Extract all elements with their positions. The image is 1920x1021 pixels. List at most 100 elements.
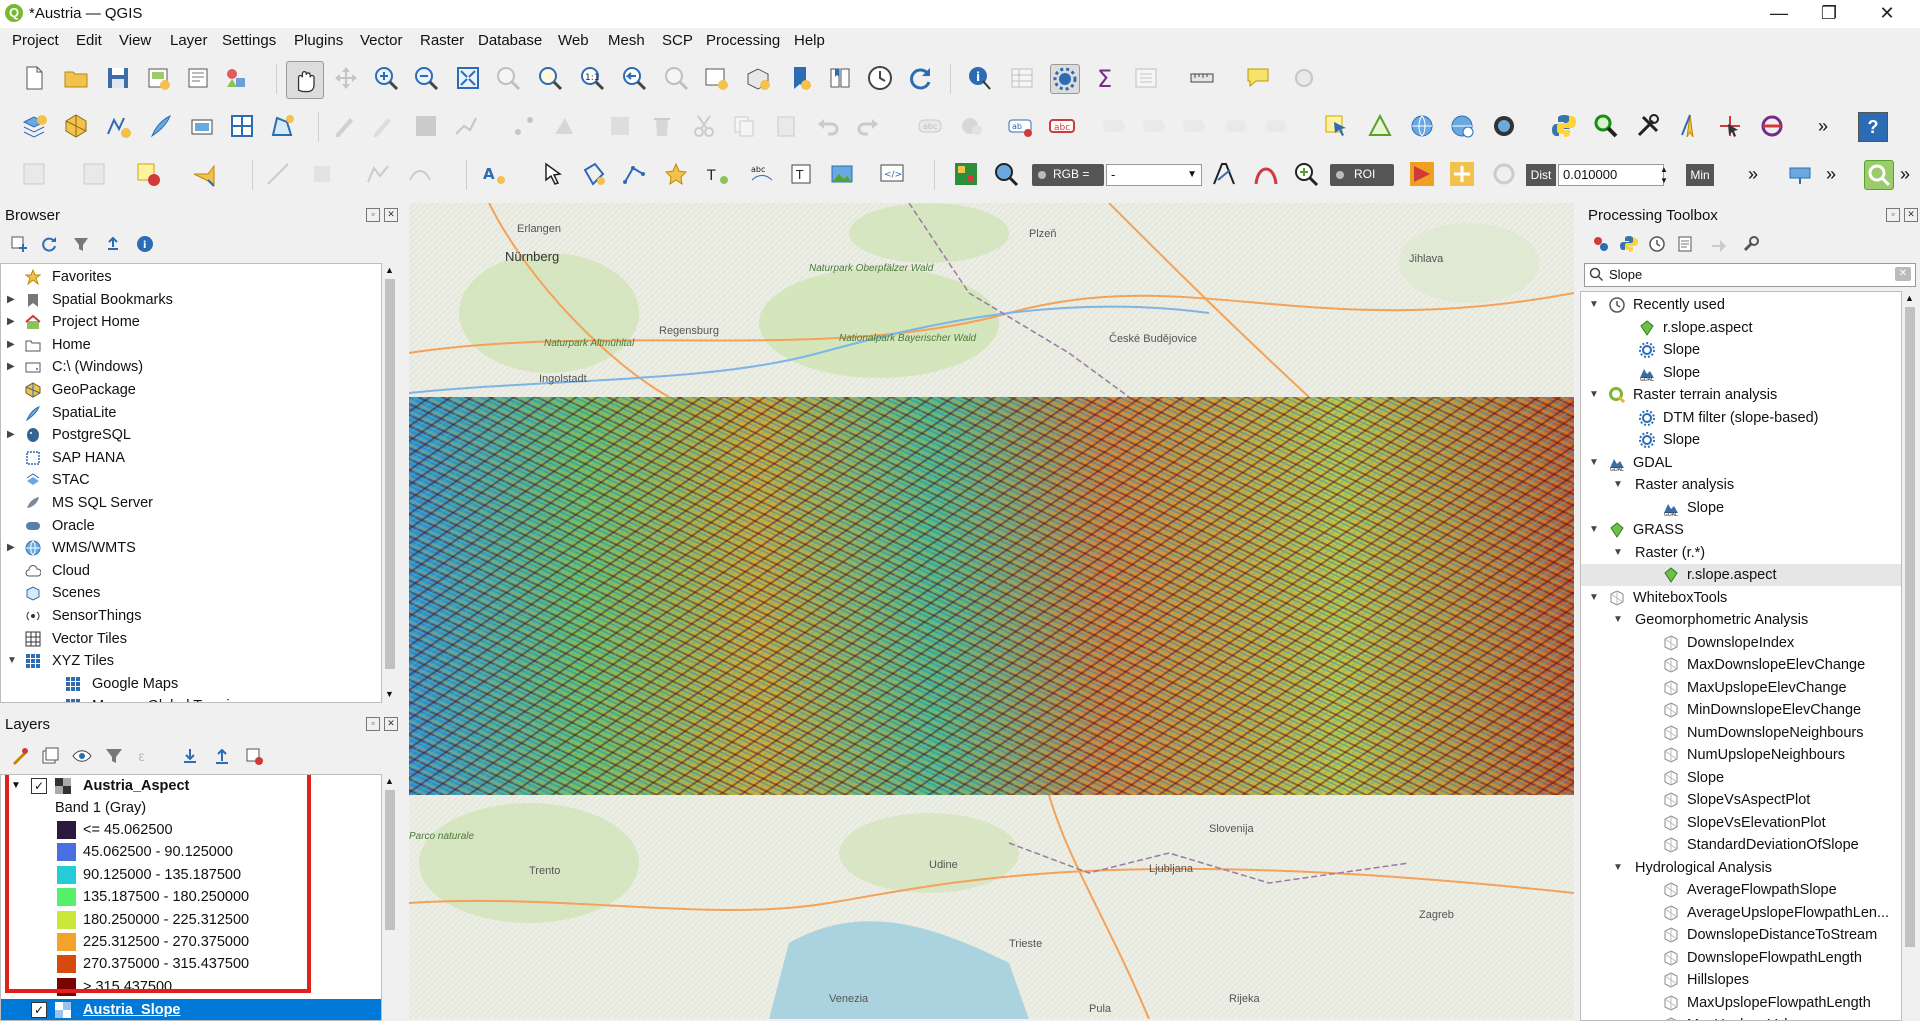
picture-annotation-icon[interactable] — [828, 160, 856, 188]
cursor-cross-icon[interactable] — [1716, 112, 1744, 140]
change-label-icon[interactable] — [1262, 112, 1290, 140]
browser-item[interactable]: Vector Tiles — [1, 628, 381, 650]
remove-layer-icon[interactable] — [244, 746, 264, 766]
redo-icon[interactable] — [854, 112, 882, 140]
new-shapefile-layer-icon[interactable] — [104, 112, 132, 140]
zoom-native-resolution-icon[interactable]: 1:1 — [578, 64, 606, 92]
scp-redo-roi-icon[interactable] — [1490, 160, 1518, 188]
new-virtual-layer-icon[interactable] — [188, 112, 216, 140]
minimize-button[interactable]: — — [1764, 2, 1794, 24]
new-map-view-icon[interactable] — [702, 64, 730, 92]
open-project-icon[interactable] — [62, 64, 90, 92]
style-manager-icon[interactable] — [222, 64, 250, 92]
toolbox-item[interactable]: DownslopeDistanceToStream — [1581, 924, 1901, 946]
zoom-full-icon[interactable] — [454, 64, 482, 92]
menu-view[interactable]: View — [119, 32, 151, 49]
filter-icon[interactable] — [72, 235, 90, 253]
browser-scroll-thumb[interactable] — [385, 279, 395, 669]
float-panel-icon[interactable]: ▫ — [366, 208, 380, 222]
chevron-right-icon[interactable]: ▶ — [7, 311, 19, 333]
close-panel-icon[interactable]: ✕ — [384, 717, 398, 731]
quickmapservices-icon[interactable] — [1490, 112, 1518, 140]
browser-item[interactable]: ▶ Spatial Bookmarks — [1, 289, 381, 311]
toolbox-item[interactable]: ▼ WhiteboxTools — [1581, 587, 1901, 609]
open-attribute-table-icon[interactable] — [1008, 64, 1036, 92]
new-project-icon[interactable] — [20, 64, 48, 92]
identify-features-icon[interactable]: i — [966, 64, 994, 92]
add-layer-icon[interactable] — [10, 235, 28, 253]
roi-box[interactable]: ROI — [1330, 164, 1394, 186]
toolbox-item[interactable]: GDAL Slope — [1581, 497, 1901, 519]
attribute-form-icon[interactable] — [1132, 64, 1160, 92]
menu-raster[interactable]: Raster — [420, 32, 464, 49]
field-calculator-icon[interactable] — [80, 160, 108, 188]
chevron-down-icon[interactable]: ▼ — [1589, 519, 1601, 541]
delete-selected-icon[interactable] — [648, 112, 676, 140]
float-panel-icon[interactable]: ▫ — [366, 717, 380, 731]
toolbox-item[interactable]: AverageFlowpathSlope — [1581, 879, 1901, 901]
chevron-down-icon[interactable]: ▼ — [1613, 609, 1625, 631]
toolbox-item[interactable]: ▼ Hydrological Analysis — [1581, 857, 1901, 879]
menu-help[interactable]: Help — [794, 32, 825, 49]
dist-input[interactable]: 0.010000 — [1558, 164, 1664, 186]
browser-item[interactable]: Cloud — [1, 560, 381, 582]
search-plugin-icon[interactable] — [1592, 112, 1620, 140]
tools-plugin-icon[interactable] — [1634, 112, 1662, 140]
refresh-icon[interactable] — [40, 235, 58, 253]
zoom-last-icon[interactable] — [620, 64, 648, 92]
toolbox-item[interactable]: MaxDownslopeElevChange — [1581, 654, 1901, 676]
new-bookmark-icon[interactable] — [786, 64, 814, 92]
layer-labeling-icon[interactable]: ab — [1006, 112, 1034, 140]
toolbox-item[interactable]: ▼ Raster (r.*) — [1581, 542, 1901, 564]
edit-features-in-place-icon[interactable] — [1710, 235, 1728, 253]
toolbox-item[interactable]: StandardDeviationOfSlope — [1581, 834, 1901, 856]
toolbox-item[interactable]: ▼ GRASS — [1581, 519, 1901, 541]
menu-processing[interactable]: Processing — [706, 32, 780, 49]
python-scripts-icon[interactable] — [1620, 235, 1638, 253]
annotation-icon[interactable] — [190, 160, 218, 188]
rgb-composite-select[interactable]: - ▼ — [1106, 164, 1202, 186]
rotate-label-icon[interactable] — [1222, 112, 1250, 140]
chevron-down-icon[interactable]: ▼ — [1589, 294, 1601, 316]
chevron-down-icon[interactable]: ▼ — [1589, 452, 1601, 474]
toolbar-overflow-chevron-icon[interactable]: » — [1900, 164, 1910, 185]
zoom-out-icon[interactable] — [412, 64, 440, 92]
chevron-down-icon[interactable]: ▼ — [7, 650, 19, 672]
options-wrench-icon[interactable] — [1742, 235, 1760, 253]
scroll-up-icon[interactable]: ▲ — [385, 265, 394, 275]
browser-item[interactable]: SAP HANA — [1, 447, 381, 469]
map-tips-icon[interactable] — [1244, 64, 1272, 92]
filter-by-expression-icon[interactable]: ε — [136, 746, 156, 766]
data-source-manager-icon[interactable] — [20, 112, 48, 140]
menu-mesh[interactable]: Mesh — [608, 32, 645, 49]
new-print-layout-icon[interactable] — [144, 64, 172, 92]
help-icon[interactable]: ? — [1858, 112, 1888, 142]
show-hide-labels-icon[interactable] — [1140, 112, 1168, 140]
menu-plugins[interactable]: Plugins — [294, 32, 343, 49]
toolbox-item[interactable]: DownslopeIndex — [1581, 632, 1901, 654]
vertex-tool-icon[interactable] — [510, 112, 538, 140]
toolbox-item[interactable]: Slope — [1581, 339, 1901, 361]
browser-scrollbar[interactable]: ▲ ▼ — [382, 263, 398, 701]
toolbox-item[interactable]: MinDownslopeElevChange — [1581, 699, 1901, 721]
toolbox-item[interactable]: SlopeVsAspectPlot — [1581, 789, 1901, 811]
toolbox-item[interactable]: NumUpslopeNeighbours — [1581, 744, 1901, 766]
browser-item[interactable]: ▶ Project Home — [1, 311, 381, 333]
layer-item-austria-slope[interactable]: ✓ Austria_Slope — [1, 999, 381, 1020]
close-button[interactable]: ✕ — [1872, 2, 1902, 24]
float-panel-icon[interactable]: ▫ — [1886, 208, 1900, 222]
toolbox-item[interactable]: r.slope.aspect — [1581, 317, 1901, 339]
measure-line-icon[interactable] — [1188, 64, 1216, 92]
filter-legend-icon[interactable] — [104, 746, 124, 766]
toolbox-item[interactable]: Hillslopes — [1581, 969, 1901, 991]
scroll-up-icon[interactable]: ▲ — [385, 776, 394, 786]
layers-scrollbar[interactable]: ▲ — [382, 774, 398, 1019]
maximize-button[interactable]: ❐ — [1814, 2, 1844, 24]
scp-zoom-roi-icon[interactable] — [1292, 160, 1320, 188]
clear-search-icon[interactable]: ✕ — [1895, 267, 1911, 281]
diagram-options-icon[interactable] — [958, 112, 986, 140]
save-layer-edits-icon[interactable] — [412, 112, 440, 140]
scp-spectral-signature-icon[interactable] — [1252, 160, 1280, 188]
pin-labels-icon[interactable] — [1100, 112, 1128, 140]
menu-settings[interactable]: Settings — [222, 32, 276, 49]
